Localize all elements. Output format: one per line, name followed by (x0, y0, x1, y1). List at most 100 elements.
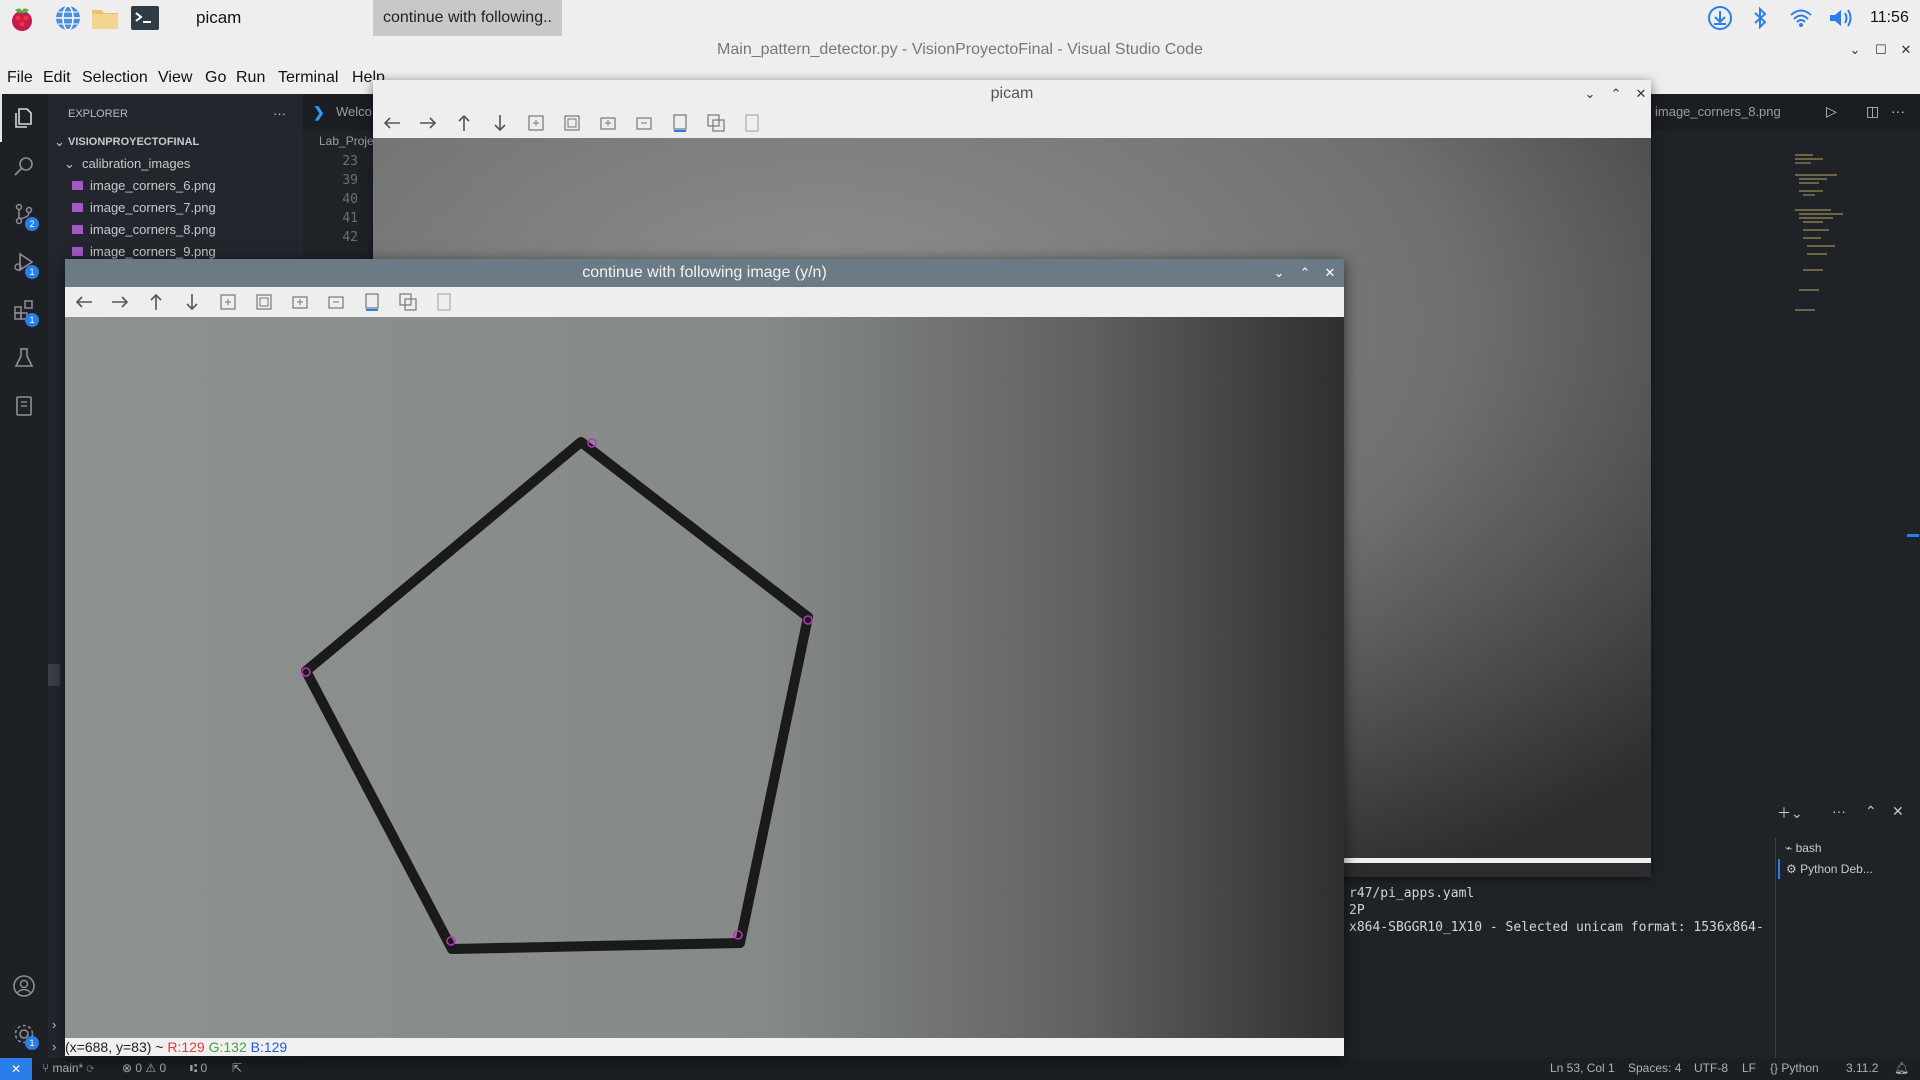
split-editor-icon[interactable]: ◫ (1866, 103, 1879, 120)
file-item[interactable]: image_corners_7.png (48, 197, 303, 219)
line-ending[interactable]: LF (1742, 1061, 1756, 1075)
more-actions-icon[interactable]: ··· (1832, 803, 1846, 819)
menu-view[interactable]: View (158, 69, 192, 87)
minimize-icon[interactable]: ⌄ (1578, 80, 1602, 108)
root-folder-label: VISIONPROYECTOFINAL (68, 136, 200, 148)
zoom-out-icon[interactable] (633, 112, 655, 134)
copy-image-icon[interactable] (705, 112, 727, 134)
maximize-icon[interactable]: ⌃ (1293, 259, 1317, 287)
terminal-session-bash[interactable]: ⌁ bash (1781, 838, 1916, 858)
search-icon[interactable] (12, 154, 36, 178)
save-image-icon[interactable] (361, 291, 383, 313)
folder-calibration-images[interactable]: ⌄ calibration_images (48, 153, 303, 175)
file-manager-icon[interactable] (90, 3, 120, 33)
terminal-session-label: Python Deb... (1800, 862, 1873, 876)
zoom-in-icon[interactable] (217, 291, 239, 313)
minimap[interactable] (1793, 150, 1853, 370)
language-label: Python (1781, 1061, 1819, 1075)
testing-icon[interactable] (12, 346, 36, 370)
run-icon[interactable]: ▷ (1826, 103, 1837, 120)
bluetooth-icon[interactable] (1748, 3, 1772, 33)
clock: 11:56 (1870, 9, 1909, 26)
zoom-out-icon[interactable] (325, 291, 347, 313)
properties-icon[interactable] (741, 112, 763, 134)
ports-status[interactable]: ⑆ 0 (190, 1061, 207, 1075)
settings-badge: 1 (25, 1036, 39, 1050)
browser-icon[interactable] (53, 3, 83, 33)
zoom-original-icon[interactable] (597, 112, 619, 134)
down-arrow-icon[interactable] (181, 291, 203, 313)
encoding[interactable]: UTF-8 (1694, 1061, 1728, 1075)
menu-file[interactable]: File (7, 69, 33, 87)
zoom-fit-icon[interactable] (253, 291, 275, 313)
up-arrow-icon[interactable] (145, 291, 167, 313)
up-arrow-icon[interactable] (453, 112, 475, 134)
indentation[interactable]: Spaces: 4 (1628, 1061, 1681, 1075)
volume-icon[interactable] (1826, 3, 1856, 33)
explorer-icon[interactable] (12, 106, 36, 130)
download-icon[interactable] (1705, 3, 1735, 33)
explorer-more-icon[interactable]: ··· (273, 103, 293, 125)
forward-arrow-icon[interactable] (109, 291, 131, 313)
pixel-blue-value: B:129 (250, 1039, 288, 1055)
account-icon[interactable] (12, 974, 36, 998)
notebook-icon[interactable] (12, 394, 36, 418)
menu-terminal[interactable]: Terminal (278, 69, 338, 87)
back-arrow-icon[interactable] (73, 291, 95, 313)
taskbar-window-dialog[interactable]: continue with following.. (373, 0, 562, 36)
extensions-badge: 1 (25, 313, 39, 327)
forward-arrow-icon[interactable] (417, 112, 439, 134)
breadcrumb[interactable]: Lab_Proje (319, 134, 374, 148)
maximize-icon[interactable]: ☐ (1869, 36, 1893, 64)
copy-image-icon[interactable] (397, 291, 419, 313)
file-item[interactable]: image_corners_6.png (48, 175, 303, 197)
menu-run[interactable]: Run (236, 69, 265, 87)
close-icon[interactable]: ✕ (1629, 80, 1653, 108)
maximize-icon[interactable]: ⌃ (1604, 80, 1628, 108)
error-count: 0 (135, 1061, 143, 1075)
wifi-icon[interactable] (1787, 3, 1815, 33)
captured-image (65, 317, 1344, 1038)
cursor-position[interactable]: Ln 53, Col 1 (1550, 1061, 1615, 1075)
menu-edit[interactable]: Edit (43, 69, 71, 87)
remote-icon[interactable]: ✕ (0, 1058, 32, 1080)
share-icon[interactable]: ⇱ (232, 1061, 242, 1075)
menu-go[interactable]: Go (205, 69, 226, 87)
terminal-session-label: bash (1795, 841, 1822, 855)
file-item[interactable]: image_corners_8.png (48, 219, 303, 241)
file-label: image_corners_6.png (90, 178, 216, 193)
tab-welcome[interactable]: Welco (336, 104, 372, 119)
close-panel-icon[interactable]: ✕ (1892, 803, 1904, 820)
language-mode[interactable]: {} Python (1770, 1061, 1819, 1075)
zoom-original-icon[interactable] (289, 291, 311, 313)
notifications-bell-icon[interactable]: 🔔︎ (1894, 1061, 1909, 1075)
save-image-icon[interactable] (669, 112, 691, 134)
minimize-icon[interactable]: ⌄ (1843, 36, 1867, 64)
menu-selection[interactable]: Selection (82, 69, 148, 87)
branch-status[interactable]: ⑂ main* ⟳ (42, 1061, 94, 1075)
ports-count: 0 (200, 1061, 208, 1075)
close-icon[interactable]: ✕ (1894, 36, 1918, 64)
terminal-session-python-debug[interactable]: ⚙ Python Deb... (1778, 859, 1918, 879)
zoom-in-icon[interactable] (525, 112, 547, 134)
down-arrow-icon[interactable] (489, 112, 511, 134)
raspberry-menu-icon[interactable] (7, 3, 37, 33)
python-version[interactable]: 3.11.2 (1846, 1061, 1878, 1075)
explorer-root-folder[interactable]: ⌄ VISIONPROYECTOFINAL (48, 131, 303, 153)
add-terminal-icon[interactable]: ＋⌄ (1777, 803, 1803, 823)
zoom-fit-icon[interactable] (561, 112, 583, 134)
minimize-icon[interactable]: ⌄ (1267, 259, 1291, 287)
tab-image-corners-8[interactable]: image_corners_8.png (1655, 104, 1781, 119)
more-actions-icon[interactable]: ··· (1891, 103, 1905, 119)
problems-status[interactable]: ⊗ 0 ⚠ 0 (122, 1061, 166, 1075)
maximize-panel-icon[interactable]: ⌃ (1865, 803, 1877, 820)
picam-window-title: picam (990, 85, 1034, 102)
terminal-icon[interactable] (130, 3, 160, 33)
line-number: 40 (342, 192, 358, 207)
close-icon[interactable]: ✕ (1318, 259, 1342, 287)
taskbar-app-picam[interactable]: picam (196, 4, 241, 32)
line-number: 23 (342, 154, 358, 169)
debug-badge: 1 (25, 265, 39, 279)
back-arrow-icon[interactable] (381, 112, 403, 134)
properties-icon[interactable] (433, 291, 455, 313)
